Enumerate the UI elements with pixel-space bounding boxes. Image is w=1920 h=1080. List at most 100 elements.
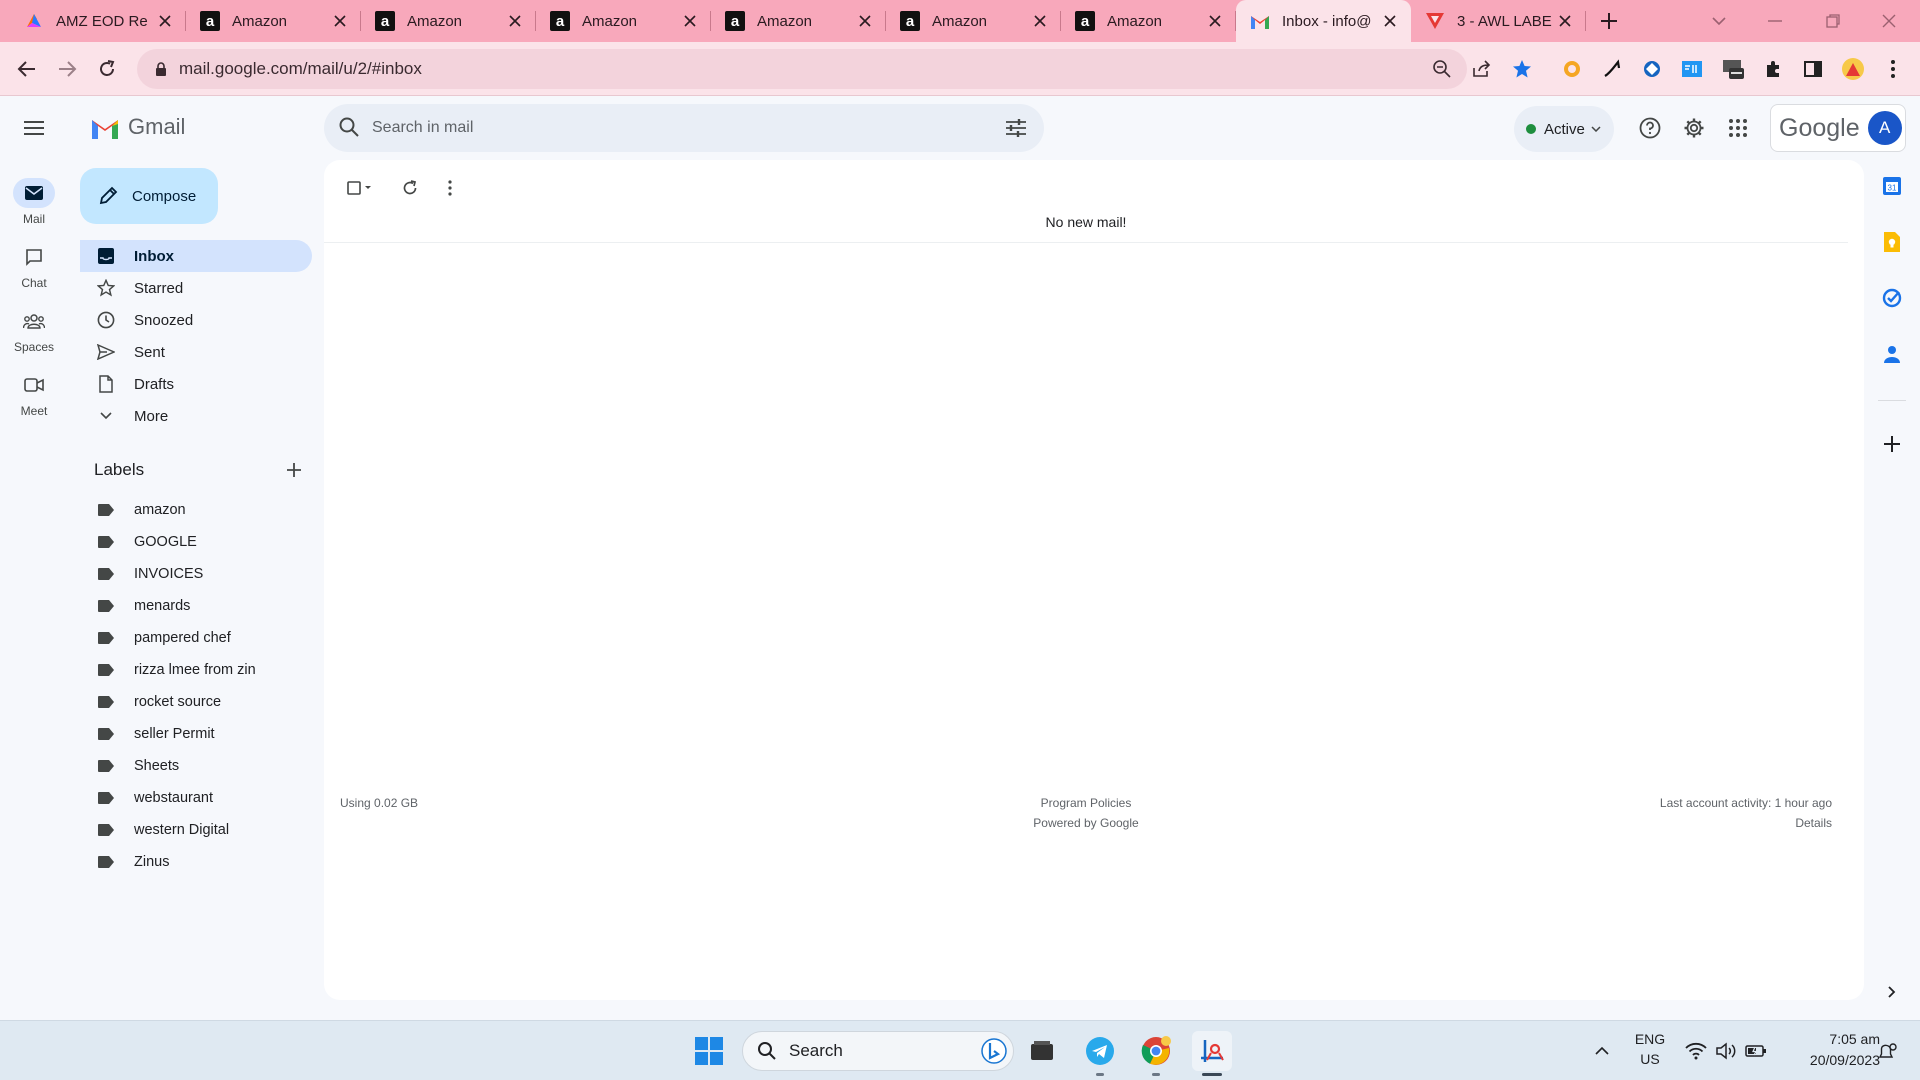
snipping-tool-app[interactable] bbox=[1192, 1031, 1232, 1071]
clock-time[interactable]: 7:05 am bbox=[1780, 1031, 1880, 1047]
bookmark-button[interactable] bbox=[1509, 56, 1535, 82]
share-button[interactable] bbox=[1469, 56, 1495, 82]
refresh-button[interactable] bbox=[392, 170, 428, 206]
keep-button[interactable] bbox=[1878, 228, 1906, 256]
status-dropdown[interactable]: Active bbox=[1514, 106, 1614, 152]
label-item[interactable]: menards bbox=[80, 591, 312, 621]
google-apps-button[interactable] bbox=[1722, 112, 1754, 144]
rail-item-spaces[interactable]: Spaces bbox=[0, 306, 68, 354]
label-item[interactable]: seller Permit bbox=[80, 719, 312, 749]
more-options-button[interactable] bbox=[432, 170, 468, 206]
browser-tab[interactable]: a Amazon bbox=[711, 0, 886, 42]
label-item[interactable]: western Digital bbox=[80, 815, 312, 845]
start-button[interactable] bbox=[689, 1031, 729, 1071]
activity-details-link[interactable]: Details bbox=[1795, 816, 1832, 830]
nav-item-drafts[interactable]: Drafts bbox=[80, 368, 312, 400]
browser-tab[interactable]: a Amazon bbox=[186, 0, 361, 42]
extension-button[interactable] bbox=[1559, 56, 1585, 82]
label-item[interactable]: INVOICES bbox=[80, 559, 312, 589]
browser-tab-active[interactable]: Inbox - info@ bbox=[1236, 0, 1411, 42]
get-addons-button[interactable] bbox=[1878, 430, 1906, 458]
close-icon[interactable] bbox=[1206, 12, 1224, 30]
chrome-app[interactable] bbox=[1136, 1031, 1176, 1071]
nav-item-more[interactable]: More bbox=[80, 400, 312, 432]
notifications-button[interactable] bbox=[1876, 1039, 1900, 1063]
select-all-checkbox[interactable] bbox=[340, 170, 380, 206]
browser-tab[interactable]: a Amazon bbox=[886, 0, 1061, 42]
label-item[interactable]: Sheets bbox=[80, 751, 312, 781]
browser-tab[interactable]: a Amazon bbox=[536, 0, 711, 42]
account-switcher[interactable]: Google A bbox=[1770, 104, 1906, 152]
browser-tab[interactable]: a Amazon bbox=[361, 0, 536, 42]
new-tab-button[interactable] bbox=[1596, 8, 1622, 34]
label-item[interactable]: GOOGLE bbox=[80, 527, 312, 557]
close-icon[interactable] bbox=[1031, 12, 1049, 30]
nav-item-snoozed[interactable]: Snoozed bbox=[80, 304, 312, 336]
profile-button[interactable] bbox=[1840, 56, 1866, 82]
close-window-button[interactable] bbox=[1876, 8, 1902, 34]
label-item[interactable]: amazon bbox=[80, 495, 312, 525]
close-icon[interactable] bbox=[1556, 12, 1574, 30]
rail-item-meet[interactable]: Meet bbox=[0, 370, 68, 418]
close-icon[interactable] bbox=[1381, 12, 1399, 30]
close-icon[interactable] bbox=[331, 12, 349, 30]
battery-icon[interactable] bbox=[1744, 1039, 1768, 1063]
region-indicator[interactable]: US bbox=[1628, 1051, 1672, 1067]
rail-item-mail[interactable]: Mail bbox=[0, 178, 68, 226]
side-panel-button[interactable] bbox=[1800, 56, 1826, 82]
browser-menu-button[interactable] bbox=[1880, 56, 1906, 82]
restore-button[interactable] bbox=[1820, 8, 1846, 34]
search-icon[interactable] bbox=[338, 116, 362, 140]
gmail-logo[interactable]: Gmail bbox=[90, 114, 185, 140]
label-item[interactable]: pampered chef bbox=[80, 623, 312, 653]
nav-item-starred[interactable]: Starred bbox=[80, 272, 312, 304]
search-input[interactable] bbox=[372, 119, 1002, 137]
close-icon[interactable] bbox=[856, 12, 874, 30]
taskbar-search[interactable]: Search bbox=[742, 1031, 1014, 1071]
nav-item-inbox[interactable]: Inbox bbox=[80, 240, 312, 272]
extension-button[interactable] bbox=[1599, 56, 1625, 82]
browser-tab[interactable]: 3 - AWL LABE bbox=[1411, 0, 1586, 42]
language-indicator[interactable]: ENG bbox=[1628, 1031, 1672, 1047]
back-button[interactable] bbox=[13, 55, 41, 83]
nav-item-sent[interactable]: Sent bbox=[80, 336, 312, 368]
extensions-menu-button[interactable] bbox=[1760, 56, 1786, 82]
extension-button[interactable] bbox=[1679, 56, 1705, 82]
wifi-icon[interactable] bbox=[1684, 1039, 1708, 1063]
contacts-button[interactable] bbox=[1878, 340, 1906, 368]
label-item[interactable]: rocket source bbox=[80, 687, 312, 717]
mail-search-bar[interactable] bbox=[324, 104, 1044, 152]
tasks-button[interactable] bbox=[1878, 284, 1906, 312]
show-hidden-icons-button[interactable] bbox=[1590, 1039, 1614, 1063]
telegram-app[interactable] bbox=[1080, 1031, 1120, 1071]
settings-button[interactable] bbox=[1678, 112, 1710, 144]
extension-button[interactable] bbox=[1720, 56, 1746, 82]
close-icon[interactable] bbox=[506, 12, 524, 30]
volume-icon[interactable] bbox=[1714, 1039, 1738, 1063]
main-menu-button[interactable] bbox=[18, 112, 50, 144]
create-label-button[interactable] bbox=[282, 458, 306, 482]
label-item[interactable]: rizza lmee from zin bbox=[80, 655, 312, 685]
minimize-button[interactable] bbox=[1762, 8, 1788, 34]
calendar-button[interactable]: 31 bbox=[1878, 172, 1906, 200]
expand-side-panel-button[interactable] bbox=[1878, 978, 1906, 1006]
label-item[interactable]: Zinus bbox=[80, 847, 312, 877]
task-view-button[interactable] bbox=[1022, 1031, 1062, 1071]
browser-tab[interactable]: AMZ EOD Re bbox=[10, 0, 186, 42]
help-button[interactable] bbox=[1634, 112, 1666, 144]
close-icon[interactable] bbox=[681, 12, 699, 30]
clock-date[interactable]: 20/09/2023 bbox=[1780, 1052, 1880, 1068]
compose-button[interactable]: Compose bbox=[80, 168, 218, 224]
avatar[interactable]: A bbox=[1867, 111, 1902, 145]
program-policies-link[interactable]: Program Policies bbox=[324, 796, 1848, 810]
extension-button[interactable] bbox=[1639, 56, 1665, 82]
browser-tab[interactable]: a Amazon bbox=[1061, 0, 1236, 42]
reload-button[interactable] bbox=[93, 55, 121, 83]
forward-button[interactable] bbox=[53, 55, 81, 83]
tab-search-button[interactable] bbox=[1706, 8, 1732, 34]
address-bar[interactable]: mail.google.com/mail/u/2/#inbox bbox=[137, 49, 1467, 89]
search-options-icon[interactable] bbox=[1002, 114, 1030, 142]
label-item[interactable]: webstaurant bbox=[80, 783, 312, 813]
close-icon[interactable] bbox=[156, 12, 174, 30]
rail-item-chat[interactable]: Chat bbox=[0, 242, 68, 290]
